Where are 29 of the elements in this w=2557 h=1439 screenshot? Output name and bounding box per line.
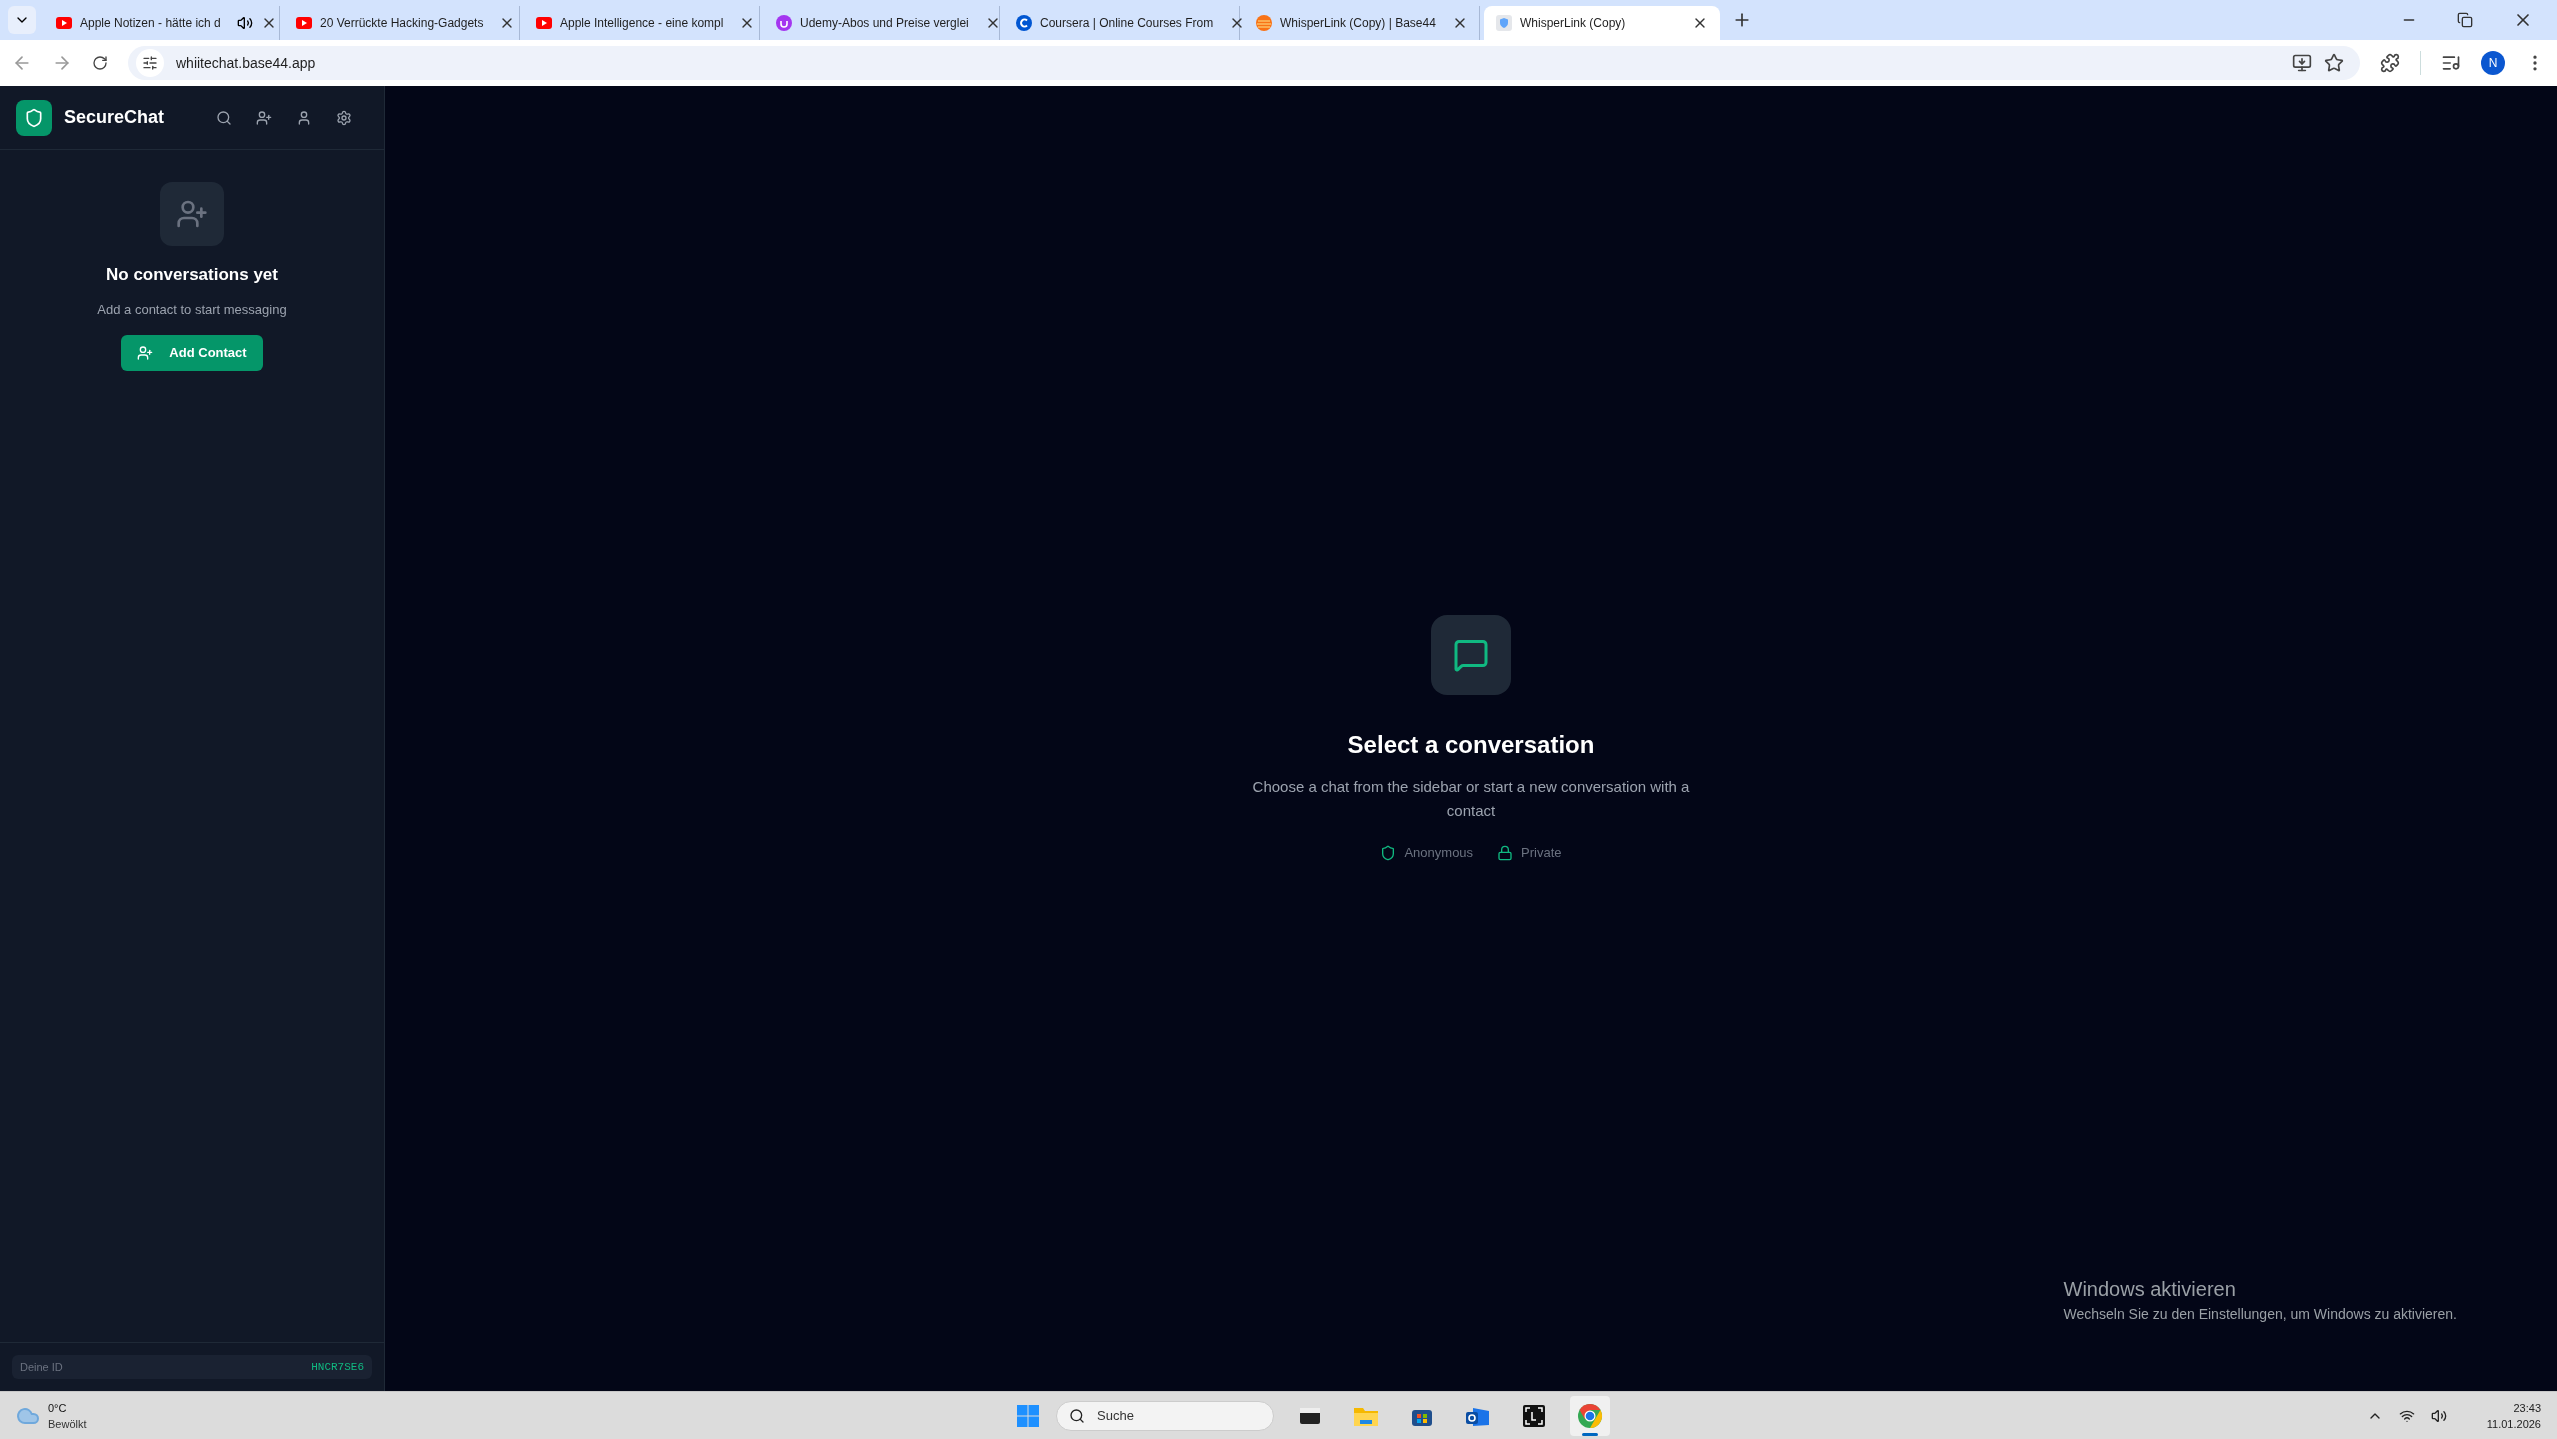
weather-text: Bewölkt (48, 1416, 87, 1432)
search-input: Suche (1097, 1405, 1247, 1426)
tab-title: Udemy-Abos und Preise verglei (800, 15, 969, 32)
placeholder-title: Select a conversation (1347, 729, 1595, 760)
tab-title: WhisperLink (Copy) | Base44 (1280, 15, 1436, 32)
address-bar[interactable]: whiitechat.base44.app (128, 46, 2360, 80)
id-value: HNCR7SE6 (311, 1359, 364, 1375)
temperature: 0°C (48, 1400, 68, 1416)
browser-tab[interactable]: WhisperLink (Copy) (1484, 6, 1720, 40)
profile-avatar[interactable]: N (2481, 51, 2505, 75)
brand-name: SecureChat (64, 106, 166, 129)
tab-title: WhisperLink (Copy) (1520, 15, 1626, 32)
id-label: Deine ID (20, 1359, 63, 1375)
empty-text: Add a contact to start messaging (97, 300, 287, 319)
feature-label: Private (1521, 843, 1562, 862)
tab-title: Apple Intelligence - eine kompl (560, 15, 724, 32)
taskbar-search-field[interactable]: Suche (1056, 1400, 1274, 1431)
tab-title: 20 Verrückte Hacking-Gadgets (320, 15, 484, 32)
activation-title: Windows aktivieren (2063, 1277, 2237, 1302)
tab-title: Coursera | Online Courses From (1040, 15, 1214, 32)
clock-date[interactable]: 11.01.2026 (2486, 1415, 2541, 1432)
empty-title: No conversations yet (106, 264, 278, 286)
add-contact-button[interactable]: Add Contact (121, 335, 263, 371)
placeholder-text: Choose a chat from the sidebar or start a new conversation with a contact (1251, 776, 1691, 821)
url-text: whiitechat.base44.app (176, 53, 316, 73)
activation-text: Wechseln Sie zu den Einstellungen, um Windows zu aktivieren. (2063, 1305, 2457, 1324)
clock-time[interactable]: 23:43 (2513, 1399, 2541, 1416)
tab-title: Apple Notizen - hätte ich d (80, 15, 221, 32)
feature-label: Anonymous (1404, 843, 1474, 862)
